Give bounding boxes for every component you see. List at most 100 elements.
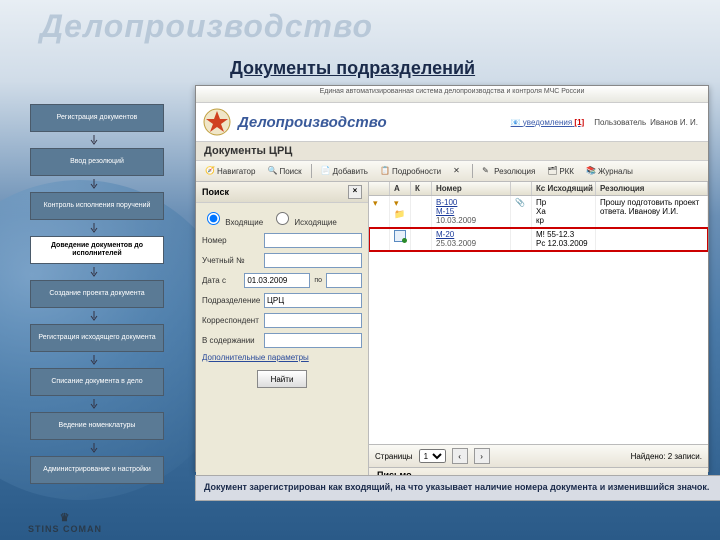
nav-arrow-icon: [30, 399, 158, 409]
user-name: Иванов И. И.: [650, 118, 698, 127]
uchet-input[interactable]: [264, 253, 362, 268]
system-banner: Единая автоматизированная система делопр…: [196, 86, 708, 103]
out-cell: М! 55-12.3: [536, 230, 574, 239]
navigator-button[interactable]: 🧭Навигатор: [202, 165, 258, 177]
label-content: В содержании: [202, 336, 260, 345]
user-label: Пользователь: [594, 118, 646, 127]
search-panel: Поиск × Входящие Исходящие Номер Учетный…: [196, 182, 369, 490]
journals-icon: 📚: [586, 166, 596, 176]
close-icon[interactable]: ×: [348, 185, 362, 199]
found-label: Найдено: 2 записи.: [631, 452, 702, 461]
pager: Страницы 1 ‹ › Найдено: 2 записи.: [369, 444, 708, 467]
folder-icon: ▾ 📁: [394, 198, 405, 219]
notif-count: [1]: [574, 118, 584, 127]
workflow-nav: Регистрация документовВвод резолюцийКонт…: [30, 104, 160, 487]
col-icon: [511, 182, 532, 195]
add-icon: 📄: [321, 166, 331, 176]
doc-number-link[interactable]: В-100: [436, 198, 457, 207]
doc-date: 25.03.2009: [436, 239, 476, 248]
nav-step-1[interactable]: Ввод резолюций: [30, 148, 164, 176]
watermark-title: Делопроизводство: [40, 8, 373, 45]
out-cell: Пр: [536, 198, 546, 207]
add-button[interactable]: 📄Добавить: [318, 165, 371, 177]
nav-step-2[interactable]: Контроль исполнения поручений: [30, 192, 164, 220]
content-input[interactable]: [264, 333, 362, 348]
grid-header: А К Номер Кс Исходящий Резолюция: [369, 182, 708, 196]
slide-caption: Документ зарегистрирован как входящий, н…: [195, 475, 720, 501]
table-row[interactable]: М-2025.03.2009 М! 55-12.3Рс 12.03.2009: [369, 228, 708, 251]
col-resolution[interactable]: Резолюция: [596, 182, 708, 195]
nav-arrow-icon: [30, 355, 158, 365]
delete-button[interactable]: ✕: [450, 165, 466, 177]
resolution-cell: Прошу подготовить проект ответа. Иванову…: [600, 198, 699, 216]
slide-subtitle: Документы подразделений: [230, 58, 475, 79]
notifications-link[interactable]: 📧 уведомления [1]: [511, 118, 585, 127]
nav-step-3[interactable]: Доведение документов до исполнителей: [30, 236, 164, 264]
radio-incoming[interactable]: Входящие: [202, 209, 263, 227]
mchs-logo-icon: [202, 107, 232, 137]
page-select[interactable]: 1: [419, 449, 446, 463]
search-body: Входящие Исходящие Номер Учетный № Дата …: [196, 203, 368, 394]
doc-registered-icon: [394, 230, 406, 242]
nav-step-4[interactable]: Создание проекта документа: [30, 280, 164, 308]
col-k[interactable]: К: [411, 182, 432, 195]
table-row[interactable]: ▾▾ 📁В-100М-1510.03.2009📎ПрХакрПрошу подг…: [369, 196, 708, 228]
page-subheader: Документы ЦРЦ: [196, 142, 708, 161]
dept-input[interactable]: [264, 293, 362, 308]
search-button[interactable]: 🔍Поиск: [264, 165, 304, 177]
toolbar-separator: [472, 164, 473, 178]
nav-step-6[interactable]: Списание документа в дело: [30, 368, 164, 396]
doc-number-link[interactable]: М-15: [436, 207, 454, 216]
date-from-input[interactable]: [244, 273, 310, 288]
resolution-button[interactable]: ✎Резолюция: [479, 165, 538, 177]
col-a[interactable]: А: [390, 182, 411, 195]
direction-radio-group: Входящие Исходящие: [202, 209, 362, 227]
nav-arrow-icon: [30, 267, 158, 277]
label-corr: Корреспондент: [202, 316, 260, 325]
tree-toggle-icon[interactable]: ▾: [373, 198, 378, 208]
label-date: Дата с: [202, 276, 240, 285]
find-button[interactable]: Найти: [257, 370, 307, 388]
grid-area: А К Номер Кс Исходящий Резолюция ▾ ▾ 📁 В-1…: [369, 182, 708, 490]
search-title-text: Поиск: [202, 187, 229, 197]
number-input[interactable]: [264, 233, 362, 248]
details-button[interactable]: 📋Подробности: [377, 165, 444, 177]
date-to-input[interactable]: [326, 273, 362, 288]
toolbar: 🧭Навигатор 🔍Поиск 📄Добавить 📋Подробности…: [196, 161, 708, 182]
notif-label: уведомления: [523, 118, 572, 127]
toolbar-separator: [311, 164, 312, 178]
journals-button[interactable]: 📚Журналы: [583, 165, 636, 177]
details-icon: 📋: [380, 166, 390, 176]
nav-step-8[interactable]: Администрирование и настройки: [30, 456, 164, 484]
doc-number-link[interactable]: М-20: [436, 230, 454, 239]
grid-body: ▾▾ 📁В-100М-1510.03.2009📎ПрХакрПрошу подг…: [369, 196, 708, 444]
search-panel-title: Поиск ×: [196, 182, 368, 203]
label-uchet: Учетный №: [202, 256, 260, 265]
attachment-icon: 📎: [515, 198, 525, 207]
rkk-icon: 🗂: [547, 166, 557, 176]
nav-arrow-icon: [30, 443, 158, 453]
col-outgoing[interactable]: Кс Исходящий: [532, 182, 596, 195]
crown-icon: ♛: [28, 513, 102, 524]
page-prev-button[interactable]: ‹: [452, 448, 468, 464]
out-cell: Ха: [536, 207, 546, 216]
out-cell: кр: [536, 216, 544, 225]
nav-arrow-icon: [30, 135, 158, 145]
nav-arrow-icon: [30, 179, 158, 189]
app-screenshot: Единая автоматизированная система делопр…: [195, 85, 709, 472]
resolution-icon: ✎: [482, 166, 492, 176]
label-date-to: по: [314, 277, 322, 284]
nav-step-7[interactable]: Ведение номенклатуры: [30, 412, 164, 440]
nav-step-5[interactable]: Регистрация исходящего документа: [30, 324, 164, 352]
pager-label: Страницы: [375, 452, 413, 461]
label-dept: Подразделение: [202, 296, 260, 305]
delete-icon: ✕: [453, 166, 463, 176]
radio-outgoing[interactable]: Исходящие: [271, 209, 337, 227]
nav-step-0[interactable]: Регистрация документов: [30, 104, 164, 132]
col-number[interactable]: Номер: [432, 182, 511, 195]
out-cell: Рс 12.03.2009: [536, 239, 588, 248]
rkk-button[interactable]: 🗂РКК: [544, 165, 577, 177]
corr-input[interactable]: [264, 313, 362, 328]
extra-params-link[interactable]: Дополнительные параметры: [202, 353, 362, 362]
page-next-button[interactable]: ›: [474, 448, 490, 464]
